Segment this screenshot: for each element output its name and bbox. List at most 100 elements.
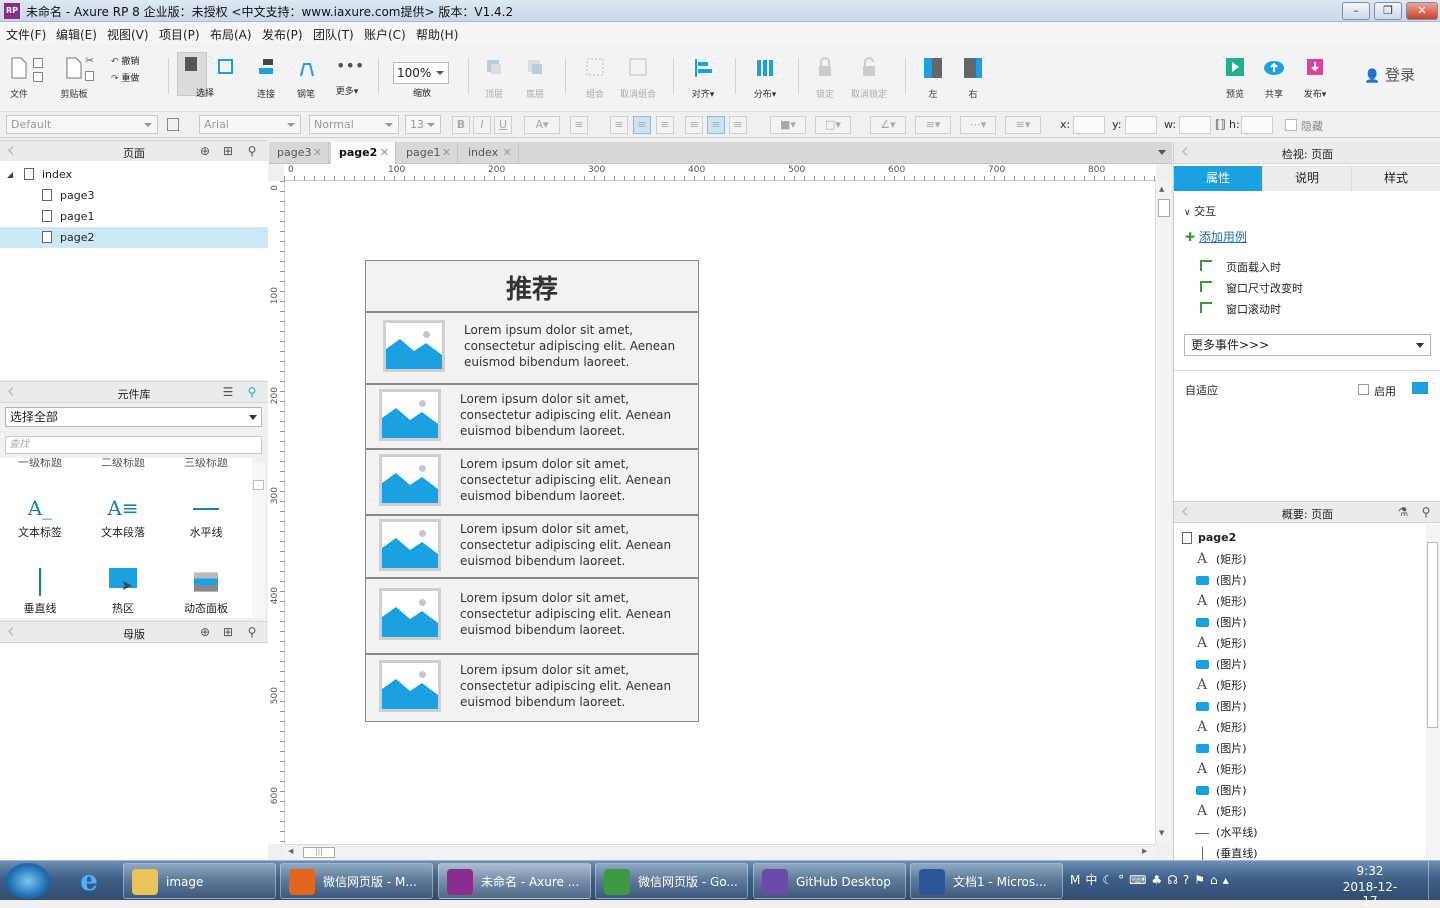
recommend-item[interactable]: Lorem ipsum dolor sit amet, consectetur … — [365, 578, 699, 654]
library-search-input[interactable]: 查找 — [5, 436, 262, 454]
hidden-checkbox[interactable] — [1285, 119, 1297, 131]
tab-page1[interactable]: page1 ✕ — [398, 142, 458, 164]
close-icon[interactable]: ✕ — [380, 142, 389, 164]
recommend-item[interactable]: Lorem ipsum dolor sit amet, consectetur … — [365, 384, 699, 449]
tree-item-page3[interactable]: page3 — [0, 185, 268, 206]
add-case-link[interactable]: ✚ 添加用例 — [1185, 228, 1247, 245]
outline-item[interactable]: A (矩形) — [1194, 801, 1394, 822]
group-button[interactable]: 组合 — [581, 56, 609, 100]
add-master-icon[interactable]: ⊕ — [198, 626, 212, 639]
right-button[interactable]: 右 — [960, 56, 986, 100]
outline-item[interactable]: (图片) — [1194, 612, 1394, 633]
menu-account[interactable]: 账户(C) — [364, 26, 406, 43]
scroll-up-icon[interactable]: ▲ — [1159, 185, 1164, 193]
preview-button[interactable]: 预览 — [1222, 56, 1248, 100]
font-weight-select[interactable]: Normal — [309, 115, 399, 134]
outline-item[interactable]: (水平线) — [1194, 822, 1394, 843]
recommend-item[interactable]: Lorem ipsum dolor sit amet, consectetur … — [365, 312, 699, 384]
outline-scrollbar[interactable] — [1426, 525, 1440, 860]
tray-icons[interactable]: M中☾°⌨♣☊?⚑⌂▴ — [1070, 871, 1234, 888]
font-select[interactable]: Arial — [199, 115, 301, 134]
lock-button[interactable]: 锁定 — [811, 56, 839, 100]
bold-button[interactable]: B — [452, 116, 470, 134]
tab-page3[interactable]: page3 ✕ — [269, 142, 329, 164]
line-color-button[interactable]: ∠▾ — [870, 116, 906, 134]
outline-item[interactable]: A (矩形) — [1194, 759, 1394, 780]
italic-button[interactable]: I — [473, 116, 491, 134]
image-placeholder[interactable] — [379, 519, 441, 571]
close-icon[interactable]: ✕ — [313, 142, 322, 164]
collapse-arrow-icon[interactable]: ◢ — [7, 164, 13, 185]
widget-h3[interactable]: 三级标题 — [166, 458, 246, 470]
tab-style[interactable]: 样式 — [1352, 166, 1440, 191]
style-editor-icon[interactable] — [167, 118, 179, 131]
canvas-vertical-scrollbar[interactable]: ▲ ▼ — [1155, 181, 1171, 844]
image-placeholder[interactable] — [383, 320, 445, 372]
tab-properties[interactable]: 属性 — [1174, 166, 1263, 191]
scroll-left-icon[interactable]: ◀ — [288, 847, 293, 855]
adaptive-settings-icon[interactable] — [1412, 382, 1428, 394]
image-placeholder[interactable] — [379, 389, 441, 441]
widget-dynamic-panel[interactable]: 动态面板 — [166, 566, 246, 616]
search-icon[interactable]: ⚲ — [1419, 506, 1433, 519]
align-top-icon[interactable]: ≡ — [685, 116, 703, 134]
underline-button[interactable]: U — [494, 116, 512, 134]
outline-item[interactable]: (图片) — [1194, 780, 1394, 801]
line-style-button[interactable]: ⋯▾ — [960, 116, 996, 134]
image-placeholder[interactable] — [379, 588, 441, 640]
menu-file[interactable]: 文件(F) — [6, 26, 46, 43]
image-placeholder[interactable] — [379, 660, 441, 712]
widget-text-label[interactable]: A_ 文本标签 — [0, 496, 80, 540]
open-icon[interactable] — [33, 72, 43, 82]
image-placeholder[interactable] — [379, 454, 441, 506]
x-input[interactable] — [1073, 116, 1105, 134]
style-select[interactable]: Default — [6, 115, 158, 134]
align-center-text-icon[interactable]: ≡ — [633, 116, 651, 134]
zoom-select[interactable]: 100% — [393, 62, 449, 84]
redo-button[interactable]: ↷ 重做 — [111, 71, 139, 84]
crop-select-button[interactable] — [213, 56, 239, 87]
outline-item[interactable]: (图片) — [1194, 738, 1394, 759]
link-proportion-icon[interactable]: ⟦⟧ — [1215, 118, 1226, 131]
recommend-item[interactable]: Lorem ipsum dolor sit amet, consectetur … — [365, 515, 699, 578]
taskbar-item[interactable]: 未命名 - Axure ... — [438, 863, 591, 899]
search-icon[interactable]: ⚲ — [245, 386, 259, 399]
scroll-thumb[interactable] — [253, 480, 264, 490]
canvas-horizontal-scrollbar[interactable]: ◀ ||| ▶ — [285, 844, 1155, 860]
restore-icon[interactable]: ❐ — [1374, 2, 1402, 20]
start-button[interactable] — [6, 863, 50, 899]
unlock-button[interactable]: 取消锁定 — [848, 56, 890, 100]
outline-item[interactable]: A (矩形) — [1194, 633, 1394, 654]
left-button[interactable]: 左 — [920, 56, 946, 100]
bring-to-top-button[interactable]: 顶层 — [480, 56, 508, 100]
minimize-icon[interactable]: – — [1342, 2, 1370, 20]
widget-h1[interactable]: 一级标题 — [0, 458, 80, 470]
outline-item[interactable]: A (矩形) — [1194, 675, 1394, 696]
recommend-item[interactable]: Lorem ipsum dolor sit amet, consectetur … — [365, 449, 699, 515]
scroll-down-icon[interactable]: ▼ — [1159, 829, 1164, 837]
search-icon[interactable]: ⚲ — [245, 626, 259, 639]
menu-layout[interactable]: 布局(A) — [210, 26, 252, 43]
publish-button[interactable]: 发布▾ — [1299, 56, 1331, 100]
bullet-list-icon[interactable]: ≡ — [570, 116, 588, 134]
menu-team[interactable]: 团队(T) — [313, 26, 354, 43]
cut-icon[interactable]: ✂ — [85, 54, 94, 67]
save-icon[interactable] — [33, 58, 43, 68]
taskbar-item[interactable]: 文档1 - Micros... — [910, 863, 1063, 899]
scroll-thumb[interactable] — [1427, 542, 1438, 728]
font-size-select[interactable]: 13 — [405, 115, 441, 134]
tab-notes[interactable]: 说明 — [1263, 166, 1352, 191]
clock[interactable]: 9:32 2018-12-17 — [1340, 864, 1400, 908]
taskbar-item[interactable]: image — [123, 863, 276, 899]
shadow-button[interactable]: □▾ — [815, 116, 851, 134]
library-select[interactable]: 选择全部 — [5, 407, 262, 427]
taskbar-item[interactable]: GitHub Desktop — [753, 863, 906, 899]
tab-index[interactable]: index ✕ — [460, 142, 519, 164]
more-events-select[interactable]: 更多事件>>> — [1184, 334, 1431, 356]
taskbar-item[interactable]: 微信网页版 - M... — [280, 863, 433, 899]
scroll-thumb[interactable] — [1158, 199, 1170, 217]
widget-h2[interactable]: 二级标题 — [83, 458, 163, 470]
ungroup-button[interactable]: 取消组合 — [617, 56, 659, 100]
menu-view[interactable]: 视图(V) — [107, 26, 149, 43]
outline-item[interactable]: (图片) — [1194, 696, 1394, 717]
